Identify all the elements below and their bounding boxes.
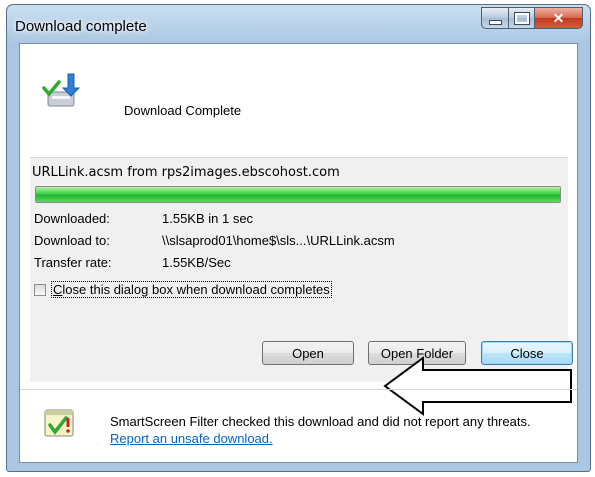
smartscreen-message: SmartScreen Filter checked this download… [110, 413, 550, 447]
download-complete-icon [42, 73, 81, 107]
minimize-icon [488, 19, 502, 25]
divider [20, 389, 577, 390]
caption-buttons: ✕ [481, 7, 583, 29]
maximize-button[interactable] [509, 7, 535, 29]
downloaded-label: Downloaded: [34, 211, 110, 226]
close-icon: ✕ [552, 9, 565, 26]
window-title: Download complete [15, 18, 147, 35]
title-bar[interactable]: Download complete ✕ [7, 5, 590, 45]
close-window-button[interactable]: ✕ [535, 7, 583, 29]
maximize-icon [513, 11, 530, 25]
dialog-body: Download Complete URLLink.acsm from rps2… [19, 43, 578, 463]
download-to-label: Download to: [34, 233, 110, 248]
transfer-rate-value: 1.55KB/Sec [162, 255, 231, 270]
smartscreen-text: SmartScreen Filter checked this download… [110, 414, 531, 429]
close-when-done-option[interactable]: Close this dialog box when download comp… [34, 281, 332, 298]
close-when-done-label[interactable]: Close this dialog box when download comp… [51, 281, 332, 298]
file-source: URLLink.acsm from rps2images.ebscohost.c… [32, 165, 340, 180]
downloaded-value: 1.55KB in 1 sec [162, 211, 254, 226]
progress-fill [36, 187, 560, 202]
open-button[interactable]: Open [262, 341, 354, 365]
header-title: Download Complete [124, 103, 242, 118]
pointer-arrow-annotation [383, 356, 572, 416]
transfer-rate-label: Transfer rate: [34, 255, 112, 270]
smartscreen-shield-icon [44, 409, 74, 437]
report-unsafe-link[interactable]: Report an unsafe download. [110, 431, 273, 446]
minimize-button[interactable] [481, 7, 509, 29]
progress-bar [35, 186, 561, 203]
download-dialog: Download complete ✕ Download Complete UR… [6, 4, 591, 472]
download-to-value: \\slsaprod01\home$\sls...\URLLink.acsm [162, 233, 395, 248]
close-when-done-checkbox[interactable] [34, 283, 46, 296]
